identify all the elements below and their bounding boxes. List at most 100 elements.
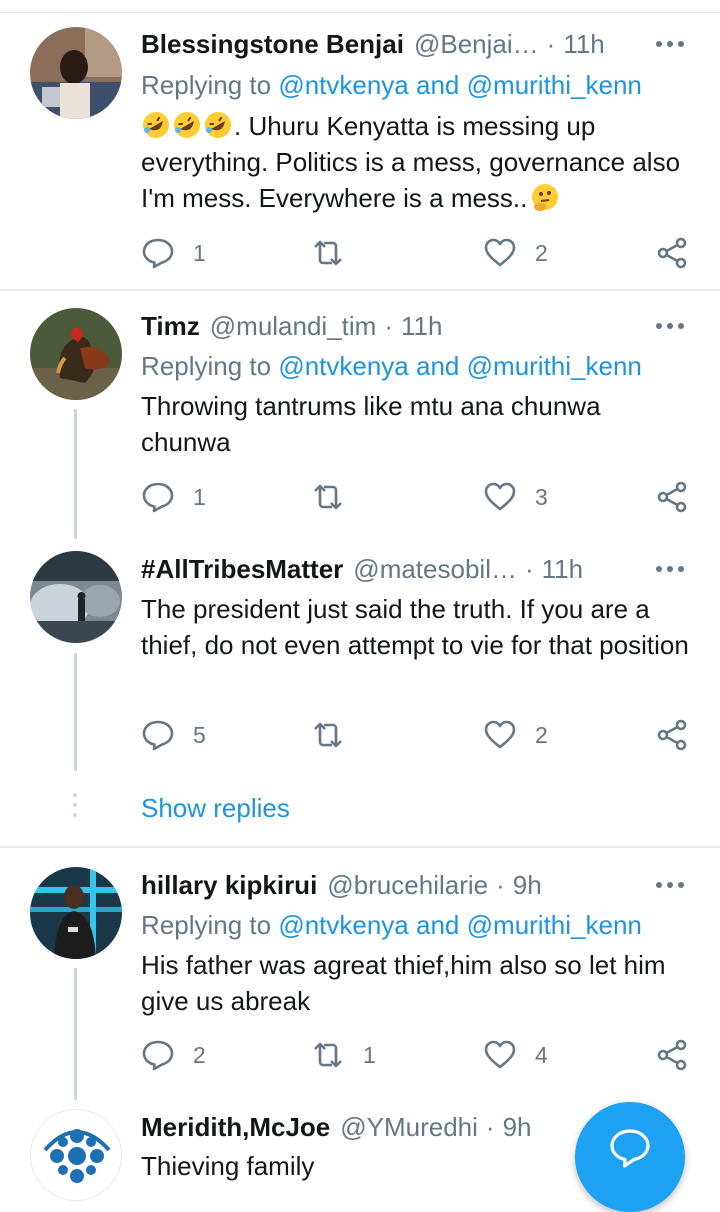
separator-dot: ·	[524, 553, 534, 584]
share-button[interactable]	[655, 233, 689, 273]
reply-button[interactable]: 2	[141, 1035, 206, 1075]
mention-and[interactable]: and	[416, 70, 459, 100]
mention-and[interactable]: and	[416, 910, 459, 940]
share-button[interactable]	[655, 715, 689, 755]
tweet-text: Throwing tantrums like mtu ana chunwa ch…	[141, 391, 601, 457]
reply-button[interactable]: 1	[141, 477, 206, 517]
retweet-icon	[314, 1042, 342, 1068]
timestamp[interactable]: 9h	[503, 1112, 532, 1143]
like-count: 3	[535, 483, 548, 510]
replying-to: Replying to @ntvkenya and @murithi_kenn	[141, 348, 642, 384]
tweet-actions: 2 1 4	[141, 1035, 701, 1075]
like-button[interactable]: 2	[483, 233, 548, 273]
compose-reply-button[interactable]	[575, 1102, 685, 1212]
share-icon	[657, 237, 687, 269]
author-name[interactable]: hillary kipkirui	[141, 870, 317, 901]
avatar[interactable]	[30, 27, 122, 119]
avatar[interactable]	[30, 308, 122, 400]
share-button[interactable]	[655, 1035, 689, 1075]
separator-dot: ·	[384, 310, 393, 341]
like-button[interactable]: 3	[483, 477, 548, 517]
reply-count: 1	[193, 239, 206, 266]
thread-line	[74, 968, 77, 1100]
mention-link[interactable]: @murithi_kenn	[467, 70, 642, 100]
replying-to: Replying to @ntvkenya and @murithi_kenn	[141, 907, 642, 943]
retweet-button[interactable]: 1	[311, 1035, 376, 1075]
share-icon	[657, 1039, 687, 1071]
timestamp[interactable]: 11h	[401, 311, 442, 342]
mention-link[interactable]: @ntvkenya	[278, 70, 408, 100]
rolling-on-floor-laughing-emoji	[205, 112, 231, 138]
reply-icon	[142, 238, 174, 269]
author-name[interactable]: #AllTribesMatter	[141, 554, 343, 585]
author-name[interactable]: Meridith,McJoe	[141, 1112, 330, 1143]
more-options-icon[interactable]	[650, 867, 690, 903]
separator-dot: ·	[546, 28, 556, 59]
tweet[interactable]: Timz @mulandi_tim · 11h Replying to @ntv…	[0, 291, 720, 539]
tweet-actions: 1 3	[141, 477, 701, 517]
thread-ellipsis	[73, 793, 77, 823]
reply-count: 5	[193, 721, 206, 748]
show-replies-link[interactable]: Show replies	[141, 788, 290, 828]
mention-link[interactable]: @ntvkenya	[278, 351, 408, 381]
retweet-icon	[314, 240, 342, 266]
replying-to-label: Replying to	[141, 351, 272, 381]
thread-line	[74, 653, 77, 771]
separator-dot: ·	[496, 869, 505, 900]
share-button[interactable]	[655, 477, 689, 517]
heart-icon	[484, 1040, 516, 1069]
reply-button[interactable]: 5	[141, 715, 206, 755]
like-count: 2	[535, 721, 548, 748]
like-count: 2	[535, 239, 548, 266]
share-icon	[657, 719, 687, 751]
tweet[interactable]: #AllTribesMatter @matesobil… · 11h The p…	[0, 539, 720, 779]
heart-icon	[484, 720, 516, 749]
replying-to: Replying to @ntvkenya and @murithi_kenn	[141, 67, 642, 103]
share-icon	[657, 481, 687, 513]
reply-icon	[142, 1040, 174, 1071]
author-name[interactable]: Timz	[141, 311, 200, 342]
retweet-button[interactable]	[311, 715, 363, 755]
like-button[interactable]: 4	[483, 1035, 548, 1075]
timestamp[interactable]: 11h	[563, 29, 604, 60]
retweet-icon	[314, 484, 342, 510]
avatar[interactable]	[30, 1109, 122, 1201]
retweet-count: 1	[363, 1041, 376, 1068]
tweet[interactable]: Blessingstone Benjai @Benjai… · 11h Repl…	[0, 0, 720, 290]
avatar[interactable]	[30, 551, 122, 643]
like-count: 4	[535, 1041, 548, 1068]
replying-to-label: Replying to	[141, 70, 272, 100]
separator-dot: ·	[485, 1111, 495, 1142]
timestamp[interactable]: 11h	[542, 554, 583, 585]
more-options-icon[interactable]	[650, 308, 690, 344]
mention-link[interactable]: @murithi_kenn	[467, 351, 642, 381]
author-handle[interactable]: @matesobil…	[353, 554, 517, 585]
author-handle[interactable]: @Benjai…	[414, 29, 539, 60]
author-handle[interactable]: @brucehilarie	[327, 870, 488, 901]
more-options-icon[interactable]	[650, 551, 690, 587]
more-options-icon[interactable]	[650, 26, 690, 62]
tweet-text-container: . Uhuru Kenyatta is messing up everythin…	[141, 108, 696, 216]
retweet-button[interactable]	[311, 477, 363, 517]
like-button[interactable]: 2	[483, 715, 548, 755]
retweet-button[interactable]	[311, 233, 363, 273]
reply-button[interactable]: 1	[141, 233, 206, 273]
author-name[interactable]: Blessingstone Benjai	[141, 29, 404, 60]
reply-icon	[142, 482, 174, 513]
rolling-on-floor-laughing-emoji	[174, 112, 200, 138]
author-handle[interactable]: @YMuredhi	[340, 1112, 478, 1143]
mention-link[interactable]: @murithi_kenn	[467, 910, 642, 940]
retweet-icon	[314, 722, 342, 748]
author-handle[interactable]: @mulandi_tim	[210, 311, 377, 342]
tweet-text: His father was agreat thief,him also so …	[141, 950, 666, 1016]
timestamp[interactable]: 9h	[513, 870, 542, 901]
avatar[interactable]	[30, 867, 122, 959]
compose-reply-icon	[610, 1129, 650, 1168]
mention-and[interactable]: and	[416, 351, 459, 381]
replying-to-label: Replying to	[141, 910, 272, 940]
reply-icon	[142, 720, 174, 751]
mention-link[interactable]: @ntvkenya	[278, 910, 408, 940]
thread-line	[74, 409, 77, 539]
tweet[interactable]: hillary kipkirui @brucehilarie · 9h Repl…	[0, 848, 720, 1100]
reply-count: 2	[193, 1041, 206, 1068]
